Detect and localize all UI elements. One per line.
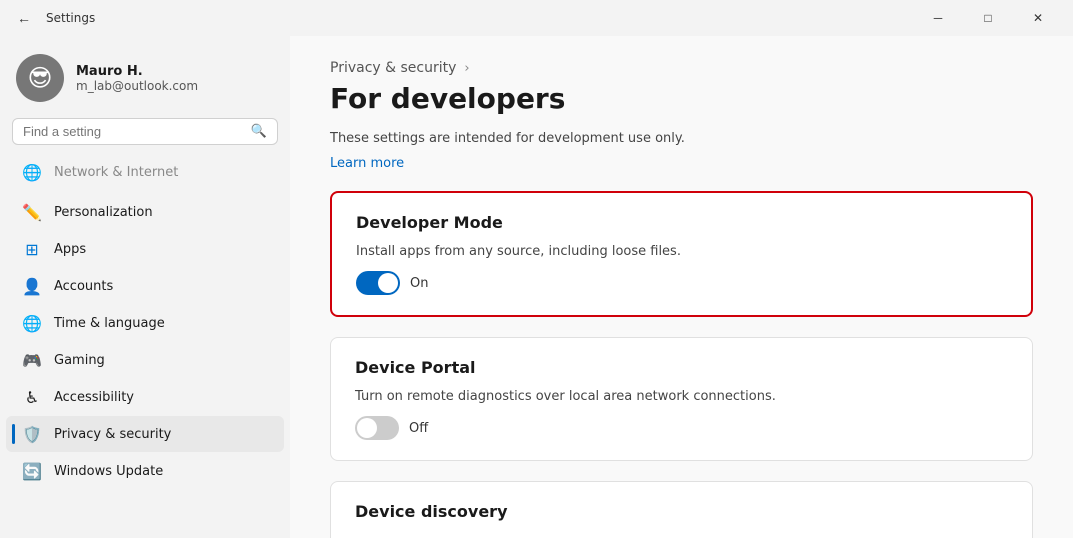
avatar-image: 😎 xyxy=(16,54,64,102)
content-area: Privacy & security › For developers Thes… xyxy=(290,36,1073,538)
user-profile: 😎 Mauro H. m_lab@outlook.com xyxy=(0,44,290,118)
personalization-icon: ✏️ xyxy=(22,202,42,222)
sidebar-item-apps[interactable]: ⊞ Apps xyxy=(6,231,284,267)
developer-mode-card: Developer Mode Install apps from any sou… xyxy=(330,191,1033,317)
search-icon: 🔍 xyxy=(251,124,267,139)
toggle-thumb xyxy=(378,273,398,293)
sidebar-item-time-language-label: Time & language xyxy=(54,316,165,331)
privacy-security-icon: 🛡️ xyxy=(22,424,42,444)
maximize-button[interactable]: □ xyxy=(965,3,1011,33)
search-input[interactable] xyxy=(23,124,243,139)
network-icon: 🌐 xyxy=(22,162,42,182)
app-title: Settings xyxy=(46,11,95,25)
sidebar-item-accounts[interactable]: 👤 Accounts xyxy=(6,268,284,304)
user-name: Mauro H. xyxy=(76,64,198,79)
developer-mode-description: Install apps from any source, including … xyxy=(356,244,1007,259)
app-body: 😎 Mauro H. m_lab@outlook.com 🔍 🌐 Network… xyxy=(0,36,1073,538)
device-portal-toggle-label: Off xyxy=(409,421,428,436)
sidebar-item-windows-update[interactable]: 🔄 Windows Update xyxy=(6,453,284,489)
device-discovery-title: Device discovery xyxy=(355,502,1008,521)
sidebar: 😎 Mauro H. m_lab@outlook.com 🔍 🌐 Network… xyxy=(0,36,290,538)
sidebar-item-accounts-label: Accounts xyxy=(54,279,113,294)
sidebar-item-privacy-security-label: Privacy & security xyxy=(54,427,171,442)
breadcrumb: Privacy & security › xyxy=(330,60,1033,76)
avatar: 😎 xyxy=(16,54,64,102)
device-discovery-card: Device discovery xyxy=(330,481,1033,538)
sidebar-item-gaming[interactable]: 🎮 Gaming xyxy=(6,342,284,378)
device-portal-description: Turn on remote diagnostics over local ar… xyxy=(355,389,1008,404)
sidebar-item-windows-update-label: Windows Update xyxy=(54,464,163,479)
sidebar-item-gaming-label: Gaming xyxy=(54,353,105,368)
nav-section: ✏️ Personalization ⊞ Apps 👤 Accounts 🌐 T… xyxy=(0,191,290,492)
sidebar-item-apps-label: Apps xyxy=(54,242,86,257)
sidebar-item-accessibility[interactable]: ♿ Accessibility xyxy=(6,379,284,415)
sidebar-item-time-language[interactable]: 🌐 Time & language xyxy=(6,305,284,341)
title-bar: ← Settings ─ □ ✕ xyxy=(0,0,1073,36)
developer-mode-toggle-row: On xyxy=(356,271,1007,295)
time-language-icon: 🌐 xyxy=(22,313,42,333)
search-box[interactable]: 🔍 xyxy=(12,118,278,145)
learn-more-link[interactable]: Learn more xyxy=(330,156,404,171)
apps-icon: ⊞ xyxy=(22,239,42,259)
developer-mode-toggle-label: On xyxy=(410,276,428,291)
device-portal-toggle-row: Off xyxy=(355,416,1008,440)
close-button[interactable]: ✕ xyxy=(1015,3,1061,33)
developer-mode-title: Developer Mode xyxy=(356,213,1007,232)
gaming-icon: 🎮 xyxy=(22,350,42,370)
breadcrumb-parent: Privacy & security xyxy=(330,60,456,76)
accounts-icon: 👤 xyxy=(22,276,42,296)
sidebar-item-personalization-label: Personalization xyxy=(54,205,153,220)
window-controls: ─ □ ✕ xyxy=(915,3,1061,33)
accessibility-icon: ♿ xyxy=(22,387,42,407)
developer-mode-toggle[interactable] xyxy=(356,271,400,295)
back-button[interactable]: ← xyxy=(12,6,36,30)
user-info: Mauro H. m_lab@outlook.com xyxy=(76,64,198,93)
user-email: m_lab@outlook.com xyxy=(76,79,198,93)
breadcrumb-separator: › xyxy=(464,61,469,76)
sidebar-item-accessibility-label: Accessibility xyxy=(54,390,134,405)
nav-item-network[interactable]: 🌐 Network & Internet xyxy=(6,154,284,190)
sidebar-item-privacy-security[interactable]: 🛡️ Privacy & security xyxy=(6,416,284,452)
nav-item-network-label: Network & Internet xyxy=(54,165,178,180)
device-portal-card: Device Portal Turn on remote diagnostics… xyxy=(330,337,1033,461)
page-title: For developers xyxy=(330,82,1033,115)
toggle-thumb-2 xyxy=(357,418,377,438)
page-description: These settings are intended for developm… xyxy=(330,131,1033,146)
windows-update-icon: 🔄 xyxy=(22,461,42,481)
minimize-button[interactable]: ─ xyxy=(915,3,961,33)
sidebar-item-personalization[interactable]: ✏️ Personalization xyxy=(6,194,284,230)
device-portal-toggle[interactable] xyxy=(355,416,399,440)
device-portal-title: Device Portal xyxy=(355,358,1008,377)
